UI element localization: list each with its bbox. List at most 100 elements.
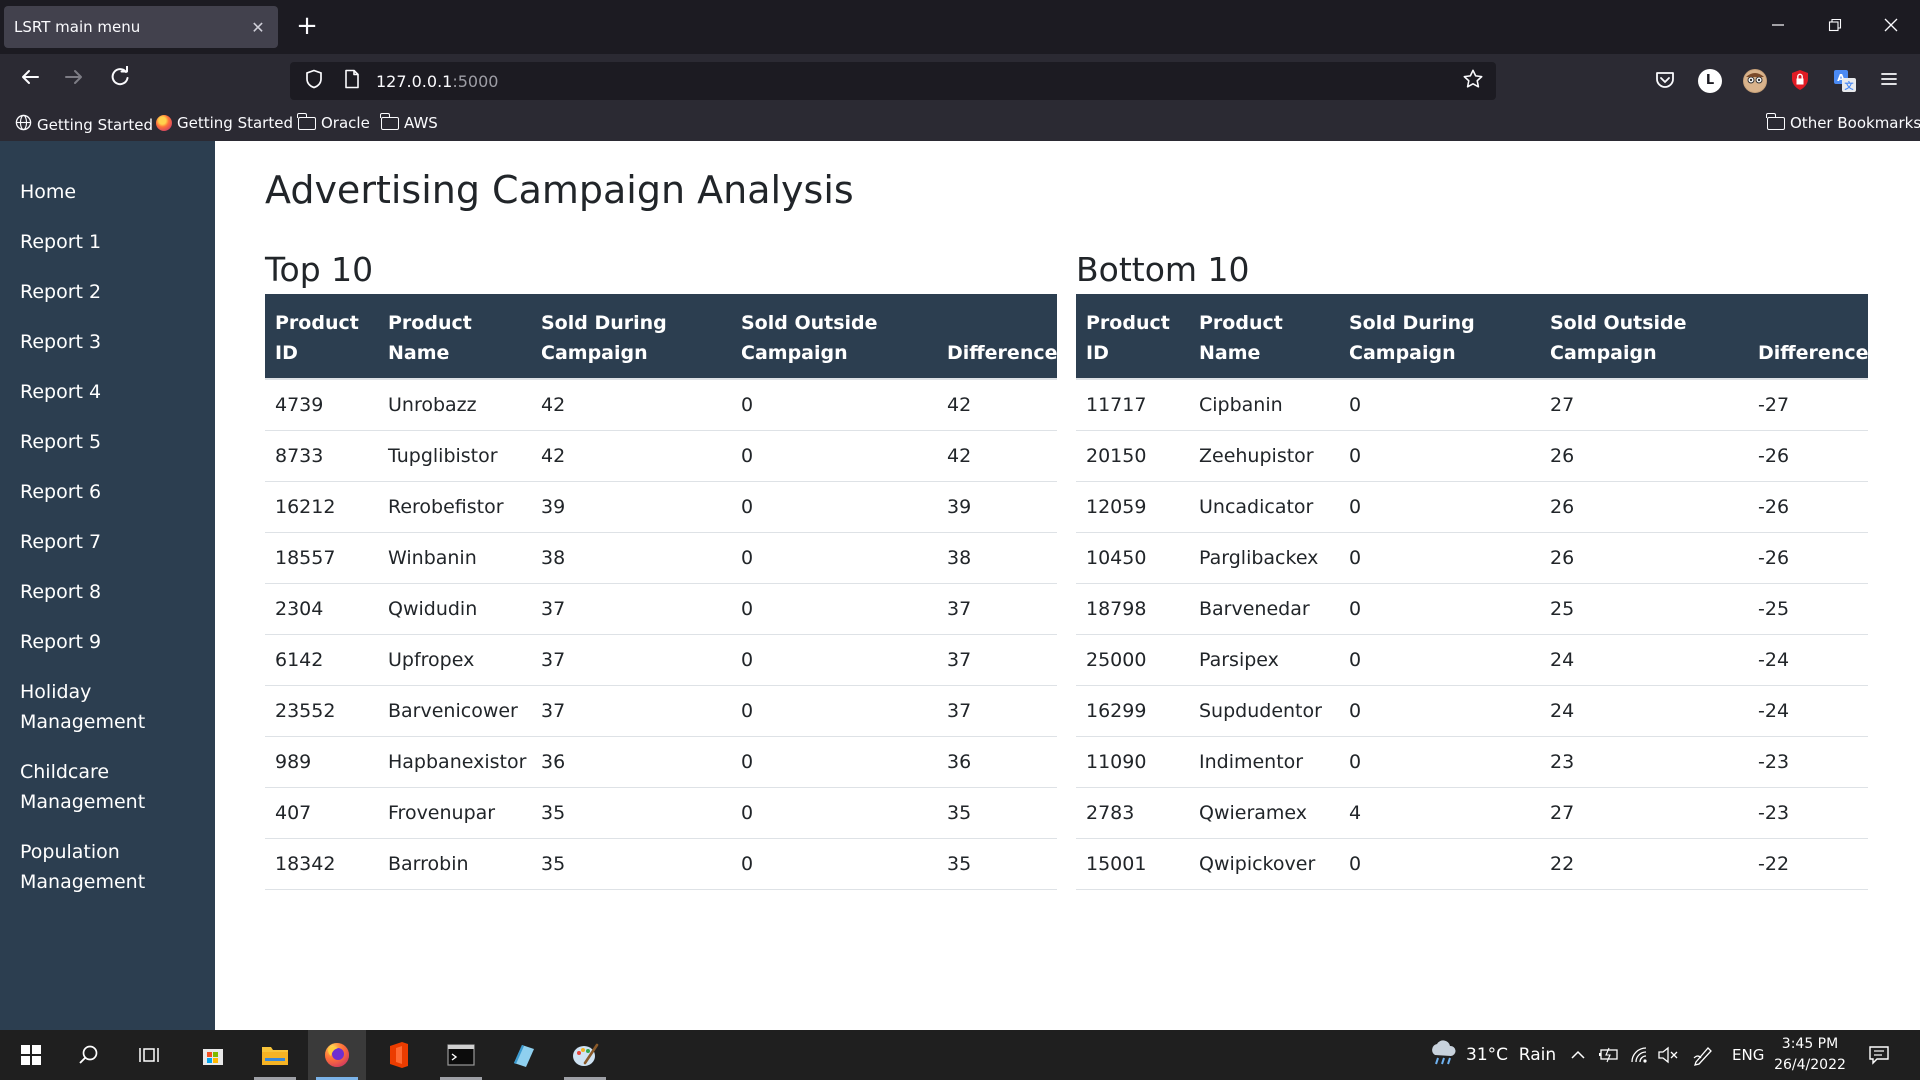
microsoft-store-icon[interactable] [184,1030,242,1080]
table-row: 4739 Unrobazz 42 0 42 [265,379,1057,431]
cell-sold-during: 4 [1339,787,1540,839]
reload-icon[interactable] [104,65,136,98]
volume-muted-icon[interactable] [1657,1030,1679,1080]
tab-close-icon[interactable]: ✕ [248,18,268,37]
search-icon[interactable] [60,1030,118,1080]
sidebar-item-report-9[interactable]: Report 9 [0,627,215,657]
back-icon[interactable] [14,66,46,98]
cell-sold-outside: 25 [1540,583,1748,635]
table-row: 10450 Parglibackex 0 26 -26 [1076,532,1868,584]
tab-title: LSRT main menu [14,18,141,36]
bottom-10-body: 11717 Cipbanin 0 27 -27 20150 Zeehupistor 0 26 -2… [1076,379,1868,890]
cell-product-id: 2783 [1076,787,1189,839]
forward-icon[interactable] [58,66,90,98]
pen-icon[interactable] [1692,1030,1714,1080]
cell-difference: -26 [1748,532,1868,584]
sidebar-item-report-6[interactable]: Report 6 [0,477,215,507]
windows-start-icon[interactable] [2,1030,60,1080]
table-row: 23552 Barvenicower 37 0 37 [265,685,1057,737]
cell-sold-during: 0 [1339,481,1540,533]
notes-app-icon[interactable] [494,1030,552,1080]
cell-product-id: 18557 [265,532,378,584]
cell-product-name: Parglibackex [1189,532,1339,584]
clock[interactable]: 3:45 PM 26/4/2022 [1760,1034,1860,1076]
cell-sold-during: 39 [531,481,731,533]
sidebar-item-report-8[interactable]: Report 8 [0,577,215,607]
cell-difference: -27 [1748,379,1868,431]
bookmark-label: Getting Started [177,114,293,132]
sidebar-item-home[interactable]: Home [0,177,215,207]
cell-product-name: Tupglibistor [378,430,531,482]
file-explorer-icon[interactable] [246,1030,304,1080]
col-header-product-id: Product ID [1076,294,1189,380]
browser-tab[interactable]: LSRT main menu ✕ [4,6,278,48]
cell-product-id: 4739 [265,379,378,431]
office-icon[interactable] [370,1030,428,1080]
col-header-sold-during: Sold During Campaign [531,294,731,380]
shield-icon[interactable] [300,69,328,94]
sidebar-item-childcare-management[interactable]: Childcare Management [0,757,215,817]
page-title: Advertising Campaign Analysis [265,168,854,212]
extension-face-icon[interactable] [1743,69,1767,93]
battery-icon[interactable] [1598,1030,1620,1080]
cell-product-name: Cipbanin [1189,379,1339,431]
close-window-icon[interactable] [1868,10,1914,44]
nav-bar: 127.0.0.1:5000 L A文 [0,54,1920,108]
bookmark-folder-aws[interactable]: AWS [380,112,438,132]
url-bar[interactable]: 127.0.0.1:5000 [290,62,1496,100]
task-view-icon[interactable] [120,1030,178,1080]
cell-difference: -25 [1748,583,1868,635]
minimize-icon[interactable] [1755,10,1801,44]
sidebar-item-holiday-management[interactable]: Holiday Management [0,677,215,737]
cell-product-name: Qwidudin [378,583,531,635]
security-extension-icon[interactable] [1788,69,1812,93]
table-row: 18342 Barrobin 35 0 35 [265,838,1057,890]
bookmark-getting-started-1[interactable]: Getting Started [14,114,153,135]
top-10-body: 4739 Unrobazz 42 0 42 8733 Tupglibistor 42 0 42 16… [265,379,1057,890]
cell-product-id: 11717 [1076,379,1189,431]
cell-difference: 35 [937,787,1057,839]
account-avatar-icon[interactable]: L [1698,69,1722,93]
weather-widget[interactable]: 31°C Rain [1428,1030,1556,1080]
sidebar-item-report-5[interactable]: Report 5 [0,427,215,457]
terminal-icon[interactable] [432,1030,490,1080]
cell-sold-outside: 24 [1540,685,1748,737]
sidebar-item-report-3[interactable]: Report 3 [0,327,215,357]
new-tab-button[interactable]: + [292,12,322,42]
bookmark-getting-started-2[interactable]: Getting Started [156,114,293,132]
notifications-icon[interactable] [1868,1030,1890,1080]
url-text[interactable]: 127.0.0.1:5000 [376,72,498,91]
pocket-icon[interactable] [1653,69,1677,93]
wifi-icon[interactable] [1630,1030,1650,1080]
col-header-sold-outside: Sold Outside Campaign [731,294,937,380]
cell-sold-during: 0 [1339,736,1540,788]
cell-difference: -23 [1748,736,1868,788]
folder-icon [1766,112,1785,130]
cell-sold-during: 0 [1339,430,1540,482]
sidebar-item-report-1[interactable]: Report 1 [0,227,215,257]
cell-difference: 42 [937,430,1057,482]
paint-app-icon[interactable] [556,1030,614,1080]
sidebar-item-population-management[interactable]: Population Management [0,837,215,897]
bookmark-folder-oracle[interactable]: Oracle [297,112,370,132]
sidebar-item-report-7[interactable]: Report 7 [0,527,215,557]
other-bookmarks[interactable]: Other Bookmarks [1766,112,1920,132]
menu-icon[interactable] [1877,69,1901,93]
cell-product-name: Parsipex [1189,634,1339,686]
translate-icon[interactable]: A文 [1833,69,1857,93]
cell-sold-outside: 24 [1540,634,1748,686]
show-hidden-icons-chevron-icon[interactable] [1570,1030,1586,1080]
sidebar-item-report-4[interactable]: Report 4 [0,377,215,407]
page-icon[interactable] [338,69,366,94]
sidebar-item-report-2[interactable]: Report 2 [0,277,215,307]
bookmark-star-icon[interactable] [1462,68,1484,95]
cell-sold-during: 0 [1339,532,1540,584]
col-header-sold-outside: Sold Outside Campaign [1540,294,1748,380]
restore-icon[interactable] [1812,10,1858,44]
col-header-difference: Difference [937,294,1058,380]
cell-sold-during: 42 [531,379,731,431]
cell-product-id: 25000 [1076,634,1189,686]
cell-product-name: Barvenedar [1189,583,1339,635]
cell-product-id: 989 [265,736,378,788]
firefox-taskbar-icon[interactable] [308,1030,366,1080]
